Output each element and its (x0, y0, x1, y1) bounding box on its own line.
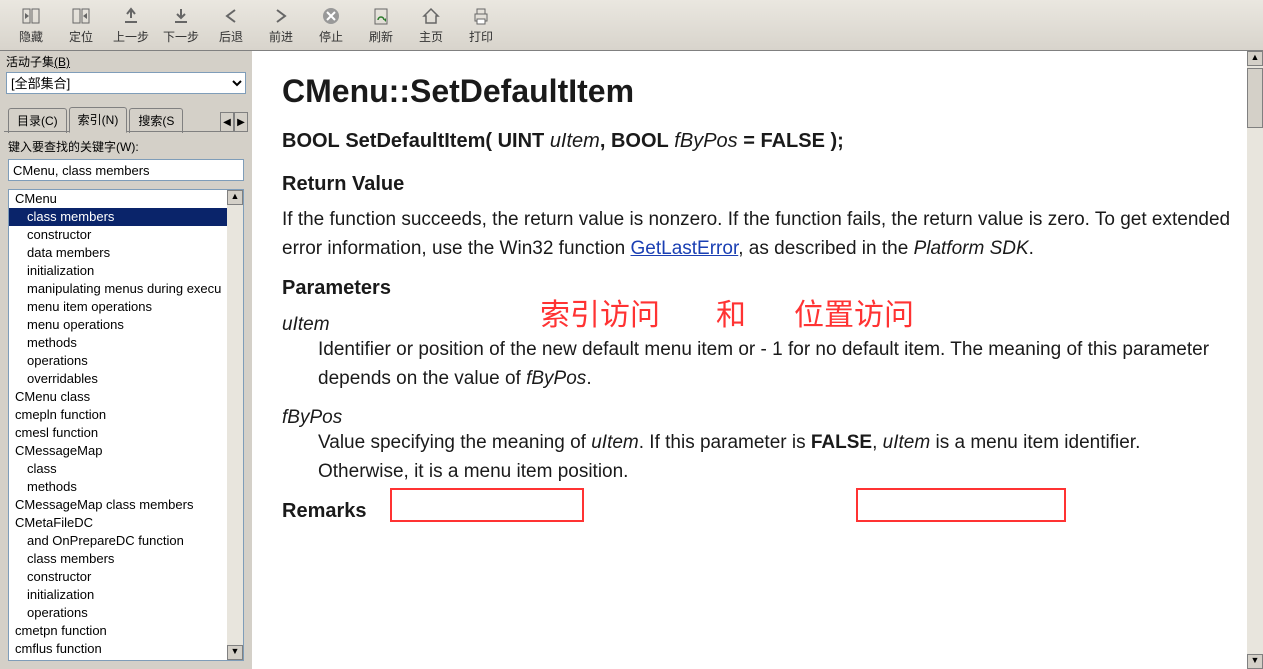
index-item[interactable]: and OnPrepareDC function (9, 532, 243, 550)
toolbar-prev-button[interactable]: 上一步 (106, 2, 156, 48)
hide-icon (21, 6, 41, 26)
index-item[interactable]: CMetaFileDC (9, 514, 243, 532)
tab-contents[interactable]: 目录(C) (8, 108, 67, 133)
stop-icon (321, 6, 341, 26)
toolbar-label: 后退 (219, 28, 243, 45)
index-item[interactable]: methods (9, 334, 243, 352)
tab-scroll-left[interactable]: ◀ (220, 112, 234, 132)
toolbar-label: 打印 (469, 28, 493, 45)
toolbar-label: 上一步 (113, 28, 149, 45)
index-item[interactable]: overridables (9, 370, 243, 388)
toolbar-refresh-button[interactable]: 刷新 (356, 2, 406, 48)
scroll-down-btn[interactable]: ▼ (227, 645, 243, 660)
content-scrollbar[interactable]: ▲ ▼ (1247, 51, 1263, 669)
index-item[interactable]: cmflus function (9, 640, 243, 658)
index-scrollbar[interactable]: ▲ ▼ (227, 190, 243, 660)
link-getlasterror[interactable]: GetLastError (631, 238, 739, 259)
tab-search[interactable]: 搜索(S (129, 108, 183, 133)
index-item[interactable]: CMessageMap class members (9, 496, 243, 514)
search-area: 键入要查找的关键字(W): (0, 132, 252, 185)
tab-index[interactable]: 索引(N) (69, 107, 128, 133)
heading-remarks: Remarks (282, 500, 1235, 523)
content-scroll-thumb[interactable] (1247, 68, 1263, 128)
search-label: 键入要查找的关键字(W): (8, 138, 244, 155)
index-item[interactable]: operations (9, 604, 243, 622)
next-icon (171, 6, 191, 26)
prev-icon (121, 6, 141, 26)
nav-pane: 活动子集(B) [全部集合] 目录(C) 索引(N) 搜索(S ◀ ▶ 键入要查… (0, 51, 254, 669)
index-item[interactable]: cmepln function (9, 406, 243, 424)
index-item[interactable]: cmesl function (9, 424, 243, 442)
subset-label: 活动子集(B) (6, 55, 70, 69)
index-item[interactable]: menu operations (9, 316, 243, 334)
signature: BOOL SetDefaultItem( UINT uItem, BOOL fB… (282, 130, 1235, 153)
toolbar-forward-button[interactable]: 前进 (256, 2, 306, 48)
toolbar-print-button[interactable]: 打印 (456, 2, 506, 48)
index-item[interactable]: class members (9, 208, 243, 226)
index-item[interactable]: CMGetInfo (9, 658, 243, 660)
index-item[interactable]: initialization (9, 262, 243, 280)
locate-icon (71, 6, 91, 26)
page-title: CMenu::SetDefaultItem (282, 73, 1235, 110)
param-uitem-name: uItem (282, 314, 1235, 336)
param-fbypos-desc: Value specifying the meaning of uItem. I… (318, 429, 1235, 486)
toolbar-back-button[interactable]: 后退 (206, 2, 256, 48)
index-item[interactable]: CMenu class (9, 388, 243, 406)
index-item[interactable]: methods (9, 478, 243, 496)
index-item[interactable]: cmetpn function (9, 622, 243, 640)
main-split: 活动子集(B) [全部集合] 目录(C) 索引(N) 搜索(S ◀ ▶ 键入要查… (0, 51, 1263, 669)
param-uitem-desc: Identifier or position of the new defaul… (318, 336, 1235, 393)
content-pane: CMenu::SetDefaultItem BOOL SetDefaultIte… (254, 51, 1263, 669)
tab-row: 目录(C) 索引(N) 搜索(S ◀ ▶ (0, 94, 252, 132)
index-item[interactable]: CMenu (9, 190, 243, 208)
content-scroll-up[interactable]: ▲ (1247, 51, 1263, 66)
index-item[interactable]: manipulating menus during execu (9, 280, 243, 298)
toolbar-label: 刷新 (369, 28, 393, 45)
search-input[interactable] (8, 159, 244, 181)
toolbar-next-button[interactable]: 下一步 (156, 2, 206, 48)
refresh-icon (371, 6, 391, 26)
toolbar-hide-button[interactable]: 隐藏 (6, 2, 56, 48)
index-item[interactable]: constructor (9, 568, 243, 586)
tab-scroll-right[interactable]: ▶ (234, 112, 248, 132)
return-value-text: If the function succeeds, the return val… (282, 206, 1235, 263)
print-icon (471, 6, 491, 26)
index-item[interactable]: constructor (9, 226, 243, 244)
param-fbypos-name: fByPos (282, 407, 1235, 429)
toolbar-label: 隐藏 (19, 28, 43, 45)
toolbar-label: 定位 (69, 28, 93, 45)
subset-row: 活动子集(B) [全部集合] (0, 51, 252, 94)
heading-parameters: Parameters (282, 277, 1235, 300)
toolbar-stop-button[interactable]: 停止 (306, 2, 356, 48)
toolbar-label: 下一步 (163, 28, 199, 45)
toolbar-label: 停止 (319, 28, 343, 45)
index-item[interactable]: class members (9, 550, 243, 568)
toolbar-locate-button[interactable]: 定位 (56, 2, 106, 48)
home-icon (421, 6, 441, 26)
index-list[interactable]: CMenuclass membersconstructordata member… (8, 189, 244, 661)
index-item[interactable]: class (9, 460, 243, 478)
content-scroll-down[interactable]: ▼ (1247, 654, 1263, 669)
index-item[interactable]: data members (9, 244, 243, 262)
toolbar: 隐藏 定位 上一步下一步 后退 前进 停止 刷新 主页 打印 (0, 0, 1263, 51)
index-item[interactable]: CMessageMap (9, 442, 243, 460)
subset-select[interactable]: [全部集合] (6, 72, 246, 94)
back-icon (221, 6, 241, 26)
scroll-up-btn[interactable]: ▲ (227, 190, 243, 205)
toolbar-home-button[interactable]: 主页 (406, 2, 456, 48)
heading-return-value: Return Value (282, 173, 1235, 196)
index-item[interactable]: menu item operations (9, 298, 243, 316)
toolbar-label: 前进 (269, 28, 293, 45)
forward-icon (271, 6, 291, 26)
index-item[interactable]: initialization (9, 586, 243, 604)
index-item[interactable]: operations (9, 352, 243, 370)
toolbar-label: 主页 (419, 28, 443, 45)
document: CMenu::SetDefaultItem BOOL SetDefaultIte… (254, 51, 1263, 551)
